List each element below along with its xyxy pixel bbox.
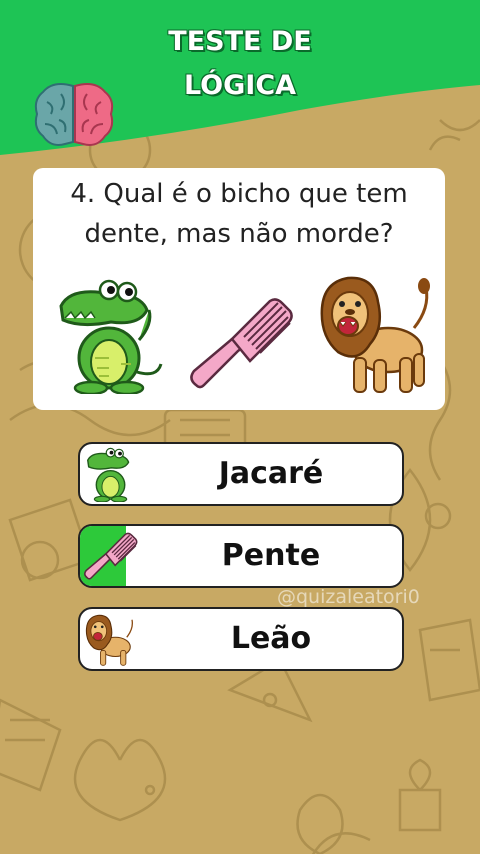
question-text-line-2: dente, mas não morde? — [84, 219, 394, 249]
question-text-line-1: 4. Qual é o bicho que tem — [70, 179, 408, 209]
header: TESTE DE LÓGICA — [0, 0, 480, 175]
crocodile-icon — [82, 446, 140, 503]
watermark: @quizaleatori0 — [277, 586, 420, 608]
answer-option-leao[interactable]: Leão — [78, 607, 404, 671]
answer-option-label: Jacaré — [218, 456, 324, 491]
answer-option-label: Leão — [230, 621, 312, 656]
question-text: 4. Qual é o bicho que tem dente, mas não… — [33, 174, 445, 254]
title-line-1: TESTE DE — [168, 26, 312, 57]
answer-option-jacare[interactable]: Jacaré — [78, 442, 404, 506]
lion-icon — [318, 268, 438, 396]
lion-icon — [82, 611, 140, 667]
brain-icon — [33, 80, 115, 152]
comb-icon — [82, 528, 140, 584]
answer-option-pente[interactable]: Pente — [78, 524, 404, 588]
comb-icon — [186, 293, 298, 393]
crocodile-icon — [51, 276, 169, 396]
question-card: 4. Qual é o bicho que tem dente, mas não… — [33, 168, 445, 410]
answer-option-label: Pente — [221, 538, 321, 573]
